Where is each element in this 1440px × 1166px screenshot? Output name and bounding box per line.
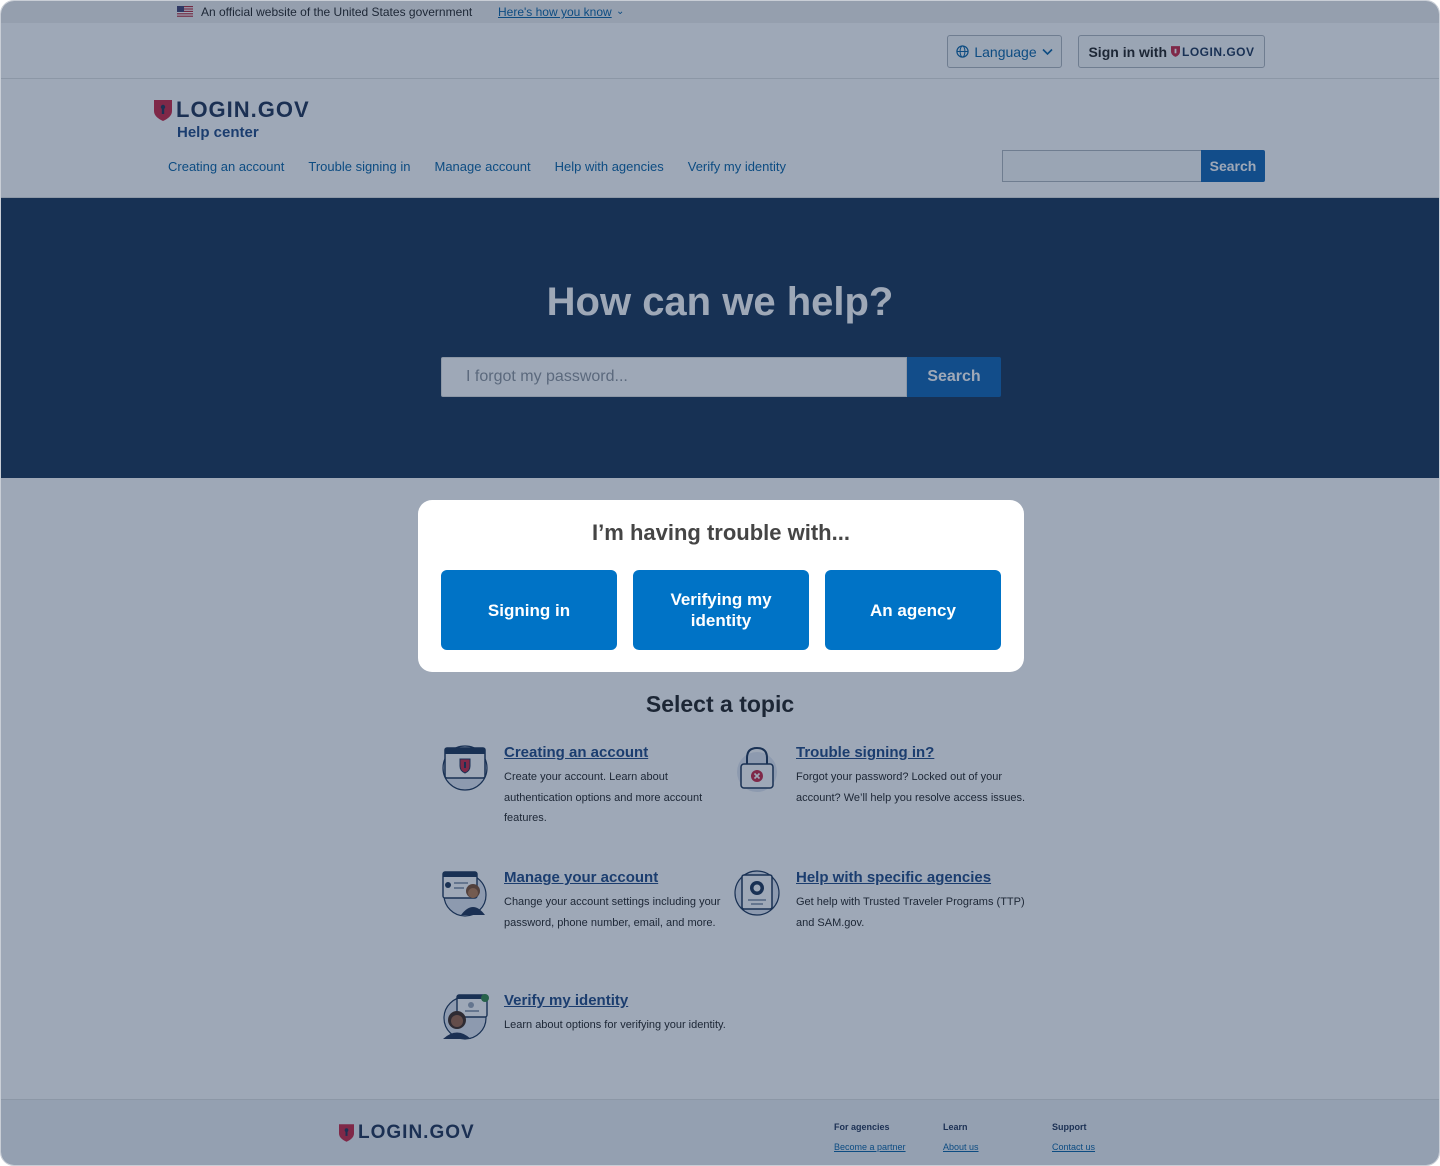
shield-icon [339,1124,354,1142]
help-center-subtitle: Help center [177,124,259,141]
topic-description: Learn about options for verifying your i… [504,1019,726,1031]
shield-icon [154,99,172,121]
footer-heading: Learn [943,1122,968,1132]
agency-button[interactable]: An agency [825,570,1001,650]
footer-logo[interactable]: LOGIN.GOV [339,1122,475,1144]
nav-help-with-agencies[interactable]: Help with agencies [555,159,664,174]
globe-icon [956,45,970,58]
footer-column-agencies: For agencies Become a partner [834,1122,906,1152]
hero-title: How can we help? [546,280,894,324]
sign-in-label: Sign in with [1088,43,1168,60]
topic-title[interactable]: Help with specific agencies [796,869,1026,886]
footer-link-become-partner[interactable]: Become a partner [834,1142,906,1152]
site-header: LOGIN.GOV Help center Creating an accoun… [1,79,1439,198]
hero-search-button[interactable]: Search [907,357,1001,397]
hero-search-input[interactable]: I forgot my password... [441,357,907,397]
signing-in-button[interactable]: Signing in [441,570,617,650]
topic-creating-account: Creating an account Create your account.… [442,744,734,829]
agency-badge-icon [734,870,780,916]
header-search: Search [1002,150,1265,182]
footer-column-support: Support Contact us [1052,1122,1095,1152]
language-label: Language [974,43,1037,60]
topic-manage-account: Manage your account Change your account … [442,869,734,933]
footer-column-learn: Learn About us [943,1122,979,1152]
nav-trouble-signing-in[interactable]: Trouble signing in [308,159,410,174]
topic-description: Forgot your password? Locked out of your… [796,771,1026,804]
topic-title[interactable]: Trouble signing in? [796,744,1026,761]
header-search-button[interactable]: Search [1201,150,1265,182]
topic-description: Get help with Trusted Traveler Programs … [796,896,1025,929]
select-topic-heading: Select a topic [645,691,795,717]
topic-description: Change your account settings including y… [504,896,721,929]
footer-link-about-us[interactable]: About us [943,1142,979,1152]
sign-in-logo-text: LOGIN.GOV [1182,44,1255,59]
language-button[interactable]: Language [947,35,1062,68]
sign-in-button[interactable]: Sign in with LOGIN.GOV [1078,35,1265,68]
official-website-text: An official website of the United States… [201,5,473,19]
nav-creating-account[interactable]: Creating an account [168,159,284,174]
site-footer: LOGIN.GOV For agencies Become a partner … [1,1099,1439,1165]
footer-heading: Support [1052,1122,1087,1132]
verifying-identity-button[interactable]: Verifying my identity [633,570,809,650]
main-nav: Creating an account Trouble signing in M… [168,159,786,174]
gov-banner: An official website of the United States… [1,1,1439,23]
trouble-card: I’m having trouble with... Signing in Ve… [418,500,1024,672]
how-you-know-link[interactable]: Here's how you know [498,5,612,19]
footer-logo-text: LOGIN.GOV [358,1122,475,1143]
us-flag-icon [177,6,193,17]
identity-verified-icon [443,994,489,1040]
shield-icon [1171,46,1181,57]
account-settings-icon [442,871,487,917]
header-search-input[interactable] [1002,150,1201,182]
login-gov-logo: LOGIN.GOV [154,97,310,123]
chevron-down-icon: ⌄ [616,6,625,17]
topic-verify-identity: Verify my identity Learn about options f… [443,992,734,1040]
browser-shield-icon [442,745,488,791]
hero-search: I forgot my password... Search [441,357,1001,397]
topic-title[interactable]: Creating an account [504,744,734,761]
hero-section: How can we help? I forgot my password...… [1,198,1439,478]
topic-trouble-signing-in: Trouble signing in? Forgot your password… [737,744,1026,808]
footer-heading: For agencies [834,1122,890,1132]
topic-description: Create your account. Learn about authent… [504,771,703,824]
topic-help-agencies: Help with specific agencies Get help wit… [734,869,1026,933]
page-frame: An official website of the United States… [0,0,1440,1166]
logo-text: LOGIN.GOV [176,97,310,122]
topic-title[interactable]: Verify my identity [504,992,734,1009]
utility-bar: Language Sign in with LOGIN.GOV [1,23,1439,79]
topic-title[interactable]: Manage your account [504,869,734,886]
nav-verify-identity[interactable]: Verify my identity [688,159,786,174]
chevron-down-icon [1042,48,1053,55]
footer-link-contact-us[interactable]: Contact us [1052,1142,1095,1152]
brand[interactable]: LOGIN.GOV Help center [154,97,310,141]
login-gov-mini-logo: LOGIN.GOV [1171,45,1255,59]
padlock-error-icon [737,746,777,792]
trouble-card-title: I’m having trouble with... [592,520,850,545]
nav-manage-account[interactable]: Manage account [435,159,531,174]
